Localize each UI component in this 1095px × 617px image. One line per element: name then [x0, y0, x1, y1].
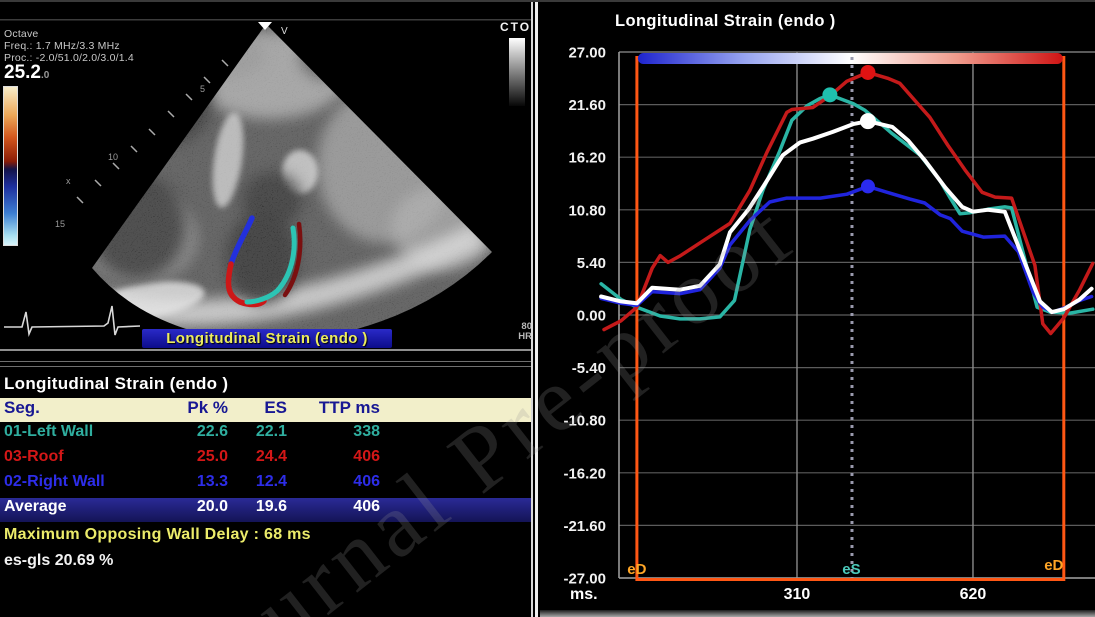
hr-unit: HR: [508, 332, 532, 342]
col-seg: Seg.: [4, 398, 40, 418]
table-average-row: Average 20.0 19.6 406: [0, 498, 533, 522]
strain-chart-panel: Longitudinal Strain (endo ) 27.0021.6016…: [540, 0, 1095, 617]
phase-label-eS: eS: [842, 561, 860, 578]
y-tick-label: -5.40: [572, 360, 606, 377]
x-tick-label: 620: [960, 586, 987, 603]
x-axis-unit: ms.: [570, 586, 598, 603]
y-tick-label: -27.00: [563, 571, 606, 588]
panel-bottom-edge: [540, 610, 1095, 617]
y-tick-label: 21.60: [568, 97, 606, 114]
peak-marker-average: [860, 113, 876, 129]
gain-readout: 25.2.0: [4, 62, 49, 84]
table-title: Longitudinal Strain (endo ): [4, 374, 228, 394]
seg-ttp: 406: [290, 473, 380, 491]
grayscale-bar: [509, 38, 525, 106]
mode-label: Octave: [4, 28, 38, 40]
x-tick-label: 310: [784, 586, 811, 603]
strain-chart: 27.00 21.60 16.20 10.80 5.40 0.00 -5.40 -10.80 -…: [540, 0, 1095, 617]
probe-label: CTO: [500, 20, 531, 34]
separator-line: [0, 349, 533, 351]
table-header-row: Seg. Pk % ES TTP ms: [0, 398, 533, 422]
screen-top-edge: [0, 0, 1095, 2]
wall-delay-text: Maximum Opposing Wall Delay : 68 ms: [4, 526, 311, 544]
y-tick-label: 5.40: [577, 255, 606, 272]
depth-label-10: 10: [108, 152, 118, 162]
avg-ttp: 406: [290, 498, 380, 516]
gain-value: 25.2: [4, 62, 41, 83]
seg-pk: 22.6: [128, 423, 228, 441]
avg-pk: 20.0: [128, 498, 228, 516]
depth-label-5: 5: [200, 84, 205, 94]
strain-analysis-screen: 5 10 15 x V Octave Freq.: 1.7 MHz/3.3 MH…: [0, 0, 1095, 617]
peak-marker-02-right-wall: [861, 179, 875, 193]
freq-label: Freq.: 1.7 MHz/3.3 MHz: [4, 40, 120, 52]
peak-marker-03-roof: [860, 65, 875, 80]
separator-line: [0, 366, 533, 367]
panel-divider: [531, 0, 533, 617]
seg-name: 03-Roof: [4, 448, 64, 466]
panel-divider: [535, 0, 538, 617]
heart-rate-readout: 80 HR: [508, 322, 532, 342]
table-row: 02-Right Wall 13.3 12.4 406: [0, 473, 533, 497]
y-tick-label: -16.20: [563, 465, 606, 482]
y-tick-label: 16.20: [568, 150, 606, 167]
y-tick-label: 10.80: [568, 202, 606, 219]
seg-es: 22.1: [237, 423, 287, 441]
separator-line: [0, 361, 533, 362]
echo-title-strip: Longitudinal Strain (endo ): [142, 329, 392, 348]
phase-label-eD: eD: [627, 561, 646, 578]
es-gls-text: es-gls 20.69 %: [4, 552, 113, 570]
echo-panel: 5 10 15 x V Octave Freq.: 1.7 MHz/3.3 MH…: [0, 0, 533, 617]
col-pk: Pk %: [128, 398, 228, 418]
echo-top-border: [0, 19, 533, 21]
focus-marker: x: [66, 176, 71, 186]
y-tick-label: 0.00: [577, 308, 606, 325]
gain-suffix: .0: [41, 70, 49, 81]
seg-ttp: 406: [290, 448, 380, 466]
table-row: 01-Left Wall 22.6 22.1 338: [0, 423, 533, 447]
strain-gradient-bar: [638, 53, 1063, 64]
y-tick-label: 27.00: [568, 44, 606, 61]
table-row: 03-Roof 25.0 24.4 406: [0, 448, 533, 472]
strain-colorbar: [3, 86, 18, 246]
seg-pk: 13.3: [128, 473, 228, 491]
phase-label-eD: eD: [1044, 557, 1063, 574]
col-ttp: TTP ms: [290, 398, 380, 418]
echo-title-text: Longitudinal Strain (endo ): [166, 330, 368, 347]
seg-ttp: 338: [290, 423, 380, 441]
seg-es: 12.4: [237, 473, 287, 491]
seg-pk: 25.0: [128, 448, 228, 466]
apex-marker-letter: V: [281, 26, 288, 37]
seg-name: 01-Left Wall: [4, 423, 93, 441]
y-tick-label: -10.80: [563, 413, 606, 430]
seg-name: 02-Right Wall: [4, 473, 105, 491]
y-tick-label: -21.60: [563, 518, 606, 535]
avg-es: 19.6: [237, 498, 287, 516]
depth-label-15: 15: [55, 219, 65, 229]
col-es: ES: [237, 398, 287, 418]
seg-es: 24.4: [237, 448, 287, 466]
peak-marker-01-left-wall: [822, 87, 837, 102]
avg-label: Average: [4, 498, 67, 516]
